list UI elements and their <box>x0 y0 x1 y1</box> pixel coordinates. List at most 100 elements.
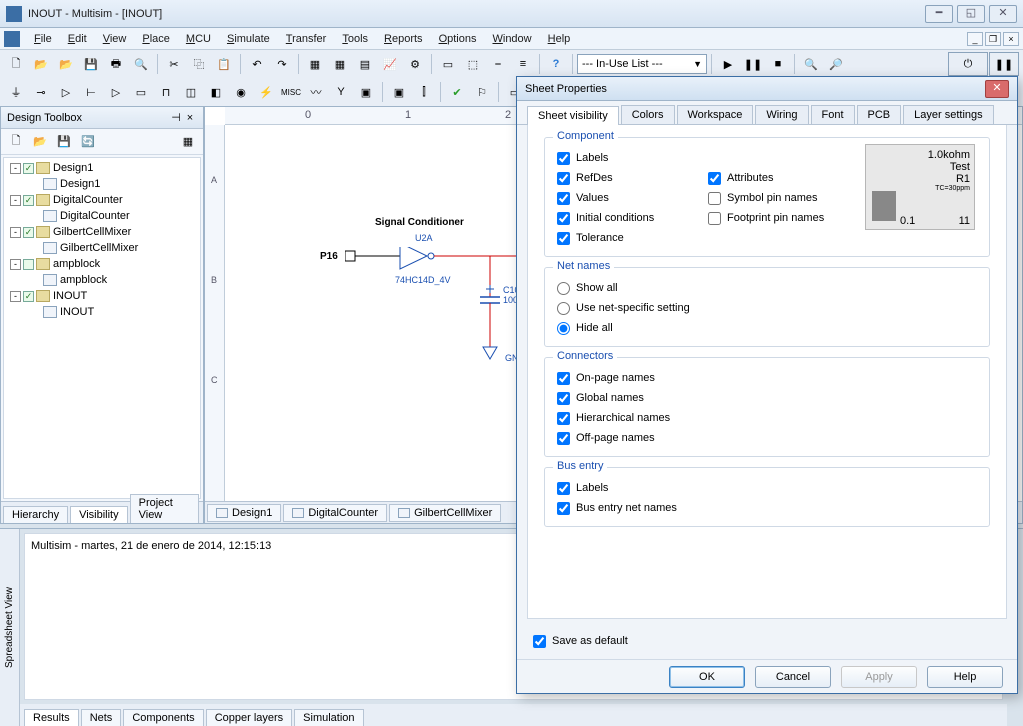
busentry-checkbox-bus-entry-net-names[interactable]: Bus entry net names <box>557 498 977 518</box>
tree-node-gilbertcellmixer[interactable]: -✓GilbertCellMixer <box>6 224 198 240</box>
hier-icon[interactable]: ▣ <box>387 80 411 104</box>
menu-options[interactable]: Options <box>431 31 485 47</box>
expand-icon[interactable]: - <box>10 163 21 174</box>
menu-tools[interactable]: Tools <box>334 31 376 47</box>
tree-node-inout[interactable]: INOUT <box>6 304 198 320</box>
menu-file[interactable]: File <box>26 31 60 47</box>
mdi-minimize-button[interactable]: _ <box>967 32 983 46</box>
dialog-tab-workspace[interactable]: Workspace <box>677 105 754 124</box>
paste-icon[interactable]: 📋 <box>212 52 236 76</box>
spreadsheet-tab-copper-layers[interactable]: Copper layers <box>206 709 292 726</box>
netnames-radio-use-net-specific-setting[interactable]: Use net-specific setting <box>557 298 977 318</box>
save-sheet-icon[interactable]: 💾 <box>53 131 75 153</box>
graph-icon[interactable]: 📈 <box>378 52 402 76</box>
open-icon[interactable]: 📂 <box>29 52 53 76</box>
save-icon[interactable]: 💾 <box>79 52 103 76</box>
toolbox-tab-hierarchy[interactable]: Hierarchy <box>3 506 68 523</box>
diode-icon[interactable]: ▷ <box>54 80 78 104</box>
tree-node-ampblock[interactable]: -ampblock <box>6 256 198 272</box>
grid2-icon[interactable]: ▦ <box>328 52 352 76</box>
canvas-tab-gilbertcellmixer[interactable]: GilbertCellMixer <box>389 504 501 522</box>
dialog-tab-wiring[interactable]: Wiring <box>755 105 808 124</box>
netnames-radio-hide-all[interactable]: Hide all <box>557 318 977 338</box>
connectors-checkbox-hierarchical-names[interactable]: Hierarchical names <box>557 408 977 428</box>
canvas-tab-design1[interactable]: Design1 <box>207 504 281 522</box>
expand-icon[interactable]: - <box>10 195 21 206</box>
transistor-icon[interactable]: ⊢ <box>79 80 103 104</box>
connector-icon[interactable]: Y <box>329 80 353 104</box>
rf-icon[interactable]: 〰 <box>304 80 328 104</box>
mdi-close-button[interactable]: × <box>1003 32 1019 46</box>
new-sheet-icon[interactable]: 🗋 <box>5 131 27 153</box>
menu-place[interactable]: Place <box>134 31 178 47</box>
menu-reports[interactable]: Reports <box>376 31 431 47</box>
netnames-radio-show-all[interactable]: Show all <box>557 278 977 298</box>
dialog-tab-font[interactable]: Font <box>811 105 855 124</box>
dialog-tab-layer-settings[interactable]: Layer settings <box>903 105 993 124</box>
spreadsheet-tab-nets[interactable]: Nets <box>81 709 122 726</box>
component-checkbox-footprint-pin-names[interactable]: Footprint pin names <box>708 208 859 228</box>
menu-mcu[interactable]: MCU <box>178 31 219 47</box>
cmos-icon[interactable]: ⊓ <box>154 80 178 104</box>
copy-icon[interactable]: ⿻ <box>187 52 211 76</box>
spreadsheet-tab-components[interactable]: Components <box>123 709 203 726</box>
spreadsheet-tab-results[interactable]: Results <box>24 709 79 726</box>
mdi-restore-button[interactable]: ❐ <box>985 32 1001 46</box>
component-checkbox-refdes[interactable]: RefDes <box>557 168 708 188</box>
help-button[interactable]: Help <box>927 666 1003 688</box>
checkbox-icon[interactable] <box>23 259 34 270</box>
component-checkbox-labels[interactable]: Labels <box>557 148 708 168</box>
refresh-icon[interactable]: 🔄 <box>77 131 99 153</box>
opamp-icon[interactable]: ▷ <box>104 80 128 104</box>
toolbox-tab-visibility[interactable]: Visibility <box>70 506 128 523</box>
gate-icon[interactable]: ◫ <box>179 80 203 104</box>
in-use-dropdown[interactable]: --- In-Use List --- ▼ <box>577 54 707 74</box>
check-icon[interactable]: ✔ <box>445 80 469 104</box>
bus2-icon[interactable]: ⫿ <box>412 80 436 104</box>
probe-icon[interactable]: 🔍 <box>799 52 823 76</box>
component-checkbox-initial-conditions[interactable]: Initial conditions <box>557 208 708 228</box>
expand-icon[interactable]: - <box>10 259 21 270</box>
tree-node-gilbertcellmixer[interactable]: GilbertCellMixer <box>6 240 198 256</box>
checkbox-icon[interactable]: ✓ <box>23 195 34 206</box>
misc-icon[interactable]: MISC <box>279 80 303 104</box>
component-checkbox-symbol-pin-names[interactable]: Symbol pin names <box>708 188 859 208</box>
recent-icon[interactable]: 📂 <box>54 52 78 76</box>
connectors-checkbox-global-names[interactable]: Global names <box>557 388 977 408</box>
redo-icon[interactable]: ↷ <box>270 52 294 76</box>
apply-button[interactable]: Apply <box>841 666 917 688</box>
component-checkbox-attributes[interactable]: Attributes <box>708 168 859 188</box>
minimize-button[interactable]: ━ <box>925 5 953 23</box>
dialog-tab-colors[interactable]: Colors <box>621 105 675 124</box>
switch2-icon[interactable]: ❚❚ <box>989 52 1019 76</box>
help-icon[interactable]: ? <box>544 52 568 76</box>
ok-button[interactable]: OK <box>669 666 745 688</box>
mcu-icon[interactable]: ▣ <box>354 80 378 104</box>
pin-icon[interactable]: ⊣ <box>169 111 183 124</box>
cancel-button[interactable]: Cancel <box>755 666 831 688</box>
preview-icon[interactable]: 🔍 <box>129 52 153 76</box>
dialog-tab-pcb[interactable]: PCB <box>857 105 902 124</box>
cut-icon[interactable]: ✂ <box>162 52 186 76</box>
dialog-close-button[interactable]: ✕ <box>985 80 1009 98</box>
resistor-icon[interactable]: ⊸ <box>29 80 53 104</box>
mixed-icon[interactable]: ◧ <box>204 80 228 104</box>
tree-node-digitalcounter[interactable]: -✓DigitalCounter <box>6 192 198 208</box>
close-button[interactable]: ✕ <box>989 5 1017 23</box>
design-tree[interactable]: -✓Design1Design1-✓DigitalCounterDigitalC… <box>3 157 201 499</box>
toolbox-tab-project-view[interactable]: Project View <box>130 494 199 523</box>
open-sheet-icon[interactable]: 📂 <box>29 131 51 153</box>
menu-view[interactable]: View <box>95 31 135 47</box>
connectors-checkbox-off-page-names[interactable]: Off-page names <box>557 428 977 448</box>
flag-icon[interactable]: ⚐ <box>470 80 494 104</box>
wire-icon[interactable]: ⎯ <box>486 52 510 76</box>
expand-icon[interactable]: - <box>10 227 21 238</box>
db-icon[interactable]: ▤ <box>353 52 377 76</box>
menu-help[interactable]: Help <box>540 31 579 47</box>
canvas-tab-digitalcounter[interactable]: DigitalCounter <box>283 504 387 522</box>
component-checkbox-tolerance[interactable]: Tolerance <box>557 228 708 248</box>
undo-icon[interactable]: ↶ <box>245 52 269 76</box>
tree-node-ampblock[interactable]: ampblock <box>6 272 198 288</box>
busentry-checkbox-labels[interactable]: Labels <box>557 478 977 498</box>
run-icon[interactable]: ▶ <box>716 52 740 76</box>
